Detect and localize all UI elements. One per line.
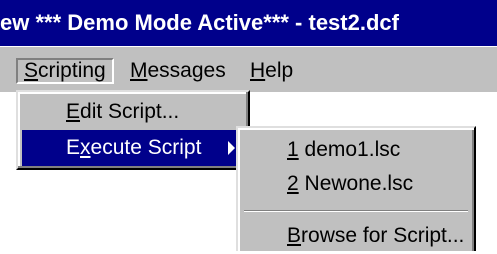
execute-script-menu-item[interactable]: Execute Script — [22, 130, 244, 166]
title-bar[interactable]: ew *** Demo Mode Active*** - test2.dcf — [0, 0, 497, 46]
menu-help[interactable]: Help — [244, 58, 299, 84]
menu-bar: Scripting Messages Help — [0, 46, 497, 92]
menu-scripting[interactable]: Scripting — [16, 58, 114, 84]
recent-script-demo1[interactable]: 1 demo1.lsc — [242, 132, 470, 168]
browse-for-script-menu-item[interactable]: Browse for Script... — [242, 218, 470, 254]
edit-script-menu-item[interactable]: Edit Script... — [22, 94, 244, 130]
menu-messages[interactable]: Messages — [124, 58, 232, 84]
recent-script-newone[interactable]: 2 Newone.lsc — [242, 166, 470, 202]
menu-separator — [244, 210, 468, 212]
submenu-arrow-icon — [228, 141, 235, 155]
scripting-menu: Edit Script... Execute Script — [16, 90, 250, 170]
window-title: ew *** Demo Mode Active*** - test2.dcf — [0, 10, 399, 35]
execute-script-submenu: 1 demo1.lsc 2 Newone.lsc Browse for Scri… — [236, 126, 476, 251]
